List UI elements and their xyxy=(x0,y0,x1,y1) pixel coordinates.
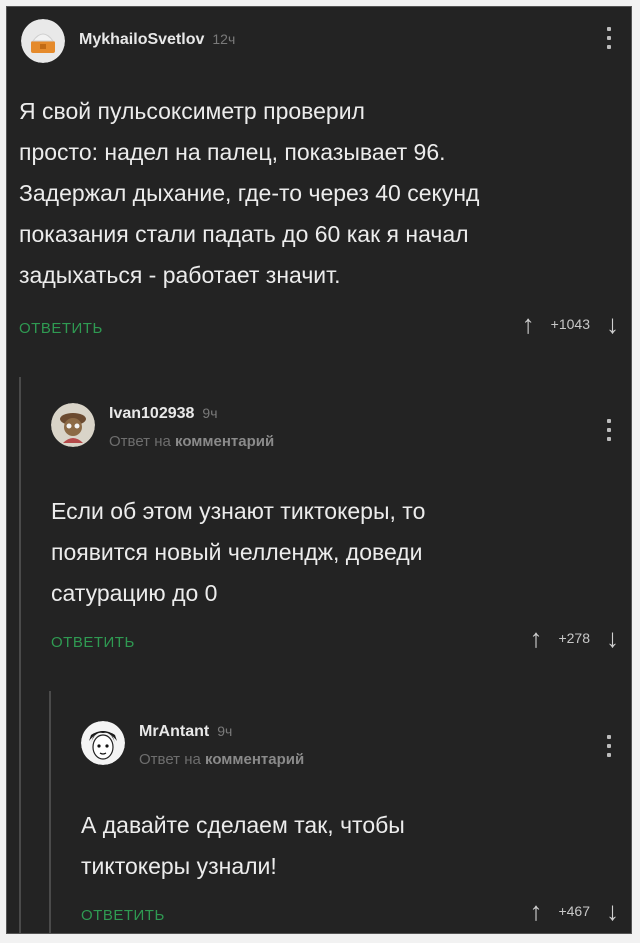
comment-text: Если об этом узнают тиктокеры, то появит… xyxy=(51,498,426,606)
more-menu-icon[interactable] xyxy=(607,27,613,49)
comment-text: Я свой пульсоксиметр проверил просто: на… xyxy=(19,98,480,288)
score: +1043 xyxy=(550,316,590,332)
more-menu-icon[interactable] xyxy=(607,419,613,441)
reply-to-note: Ответ на комментарий xyxy=(139,751,304,768)
comment-time: 9ч xyxy=(217,723,233,739)
comment-text: А давайте сделаем так, чтобы тиктокеры у… xyxy=(81,812,405,879)
reply-prefix: Ответ на xyxy=(139,751,201,768)
comments-thread: MykhailoSvetlov 12ч Я свой пульсоксиметр… xyxy=(6,6,632,934)
reply-button[interactable]: ОТВЕТИТЬ xyxy=(51,634,135,651)
username[interactable]: MrAntant xyxy=(139,723,209,741)
reply-target-link[interactable]: комментарий xyxy=(175,433,274,450)
reply-button[interactable]: ОТВЕТИТЬ xyxy=(19,320,103,337)
score: +467 xyxy=(558,903,590,919)
comment-header: MrAntant 9ч Ответ на комментарий xyxy=(81,721,304,768)
vote-controls: ↑ +278 ↓ xyxy=(529,625,619,651)
comment-header: Ivan102938 9ч Ответ на комментарий xyxy=(51,403,274,450)
comment: MrAntant 9ч Ответ на комментарий А давай… xyxy=(7,691,631,933)
reply-button[interactable]: ОТВЕТИТЬ xyxy=(81,907,165,924)
reply-to-note: Ответ на комментарий xyxy=(109,433,274,450)
comment-time: 9ч xyxy=(202,405,218,421)
comment-header: MykhailoSvetlov 12ч xyxy=(21,19,235,63)
reply-prefix: Ответ на xyxy=(109,433,171,450)
username[interactable]: MykhailoSvetlov xyxy=(79,31,204,49)
reply-target-link[interactable]: комментарий xyxy=(205,751,304,768)
vote-controls: ↑ +467 ↓ xyxy=(529,898,619,924)
comment: Ivan102938 9ч Ответ на комментарий Если … xyxy=(7,377,631,691)
upvote-icon[interactable]: ↑ xyxy=(529,625,542,651)
downvote-icon[interactable]: ↓ xyxy=(606,898,619,924)
vote-controls: ↑ +1043 ↓ xyxy=(522,311,619,337)
upvote-icon[interactable]: ↑ xyxy=(529,898,542,924)
upvote-icon[interactable]: ↑ xyxy=(522,311,535,337)
downvote-icon[interactable]: ↓ xyxy=(606,311,619,337)
comment: MykhailoSvetlov 12ч Я свой пульсоксиметр… xyxy=(7,7,631,377)
downvote-icon[interactable]: ↓ xyxy=(606,625,619,651)
comment-time: 12ч xyxy=(212,31,236,47)
user-avatar[interactable] xyxy=(21,19,65,63)
score: +278 xyxy=(558,630,590,646)
more-menu-icon[interactable] xyxy=(607,735,613,757)
user-avatar[interactable] xyxy=(81,721,125,765)
user-avatar[interactable] xyxy=(51,403,95,447)
username[interactable]: Ivan102938 xyxy=(109,405,194,423)
